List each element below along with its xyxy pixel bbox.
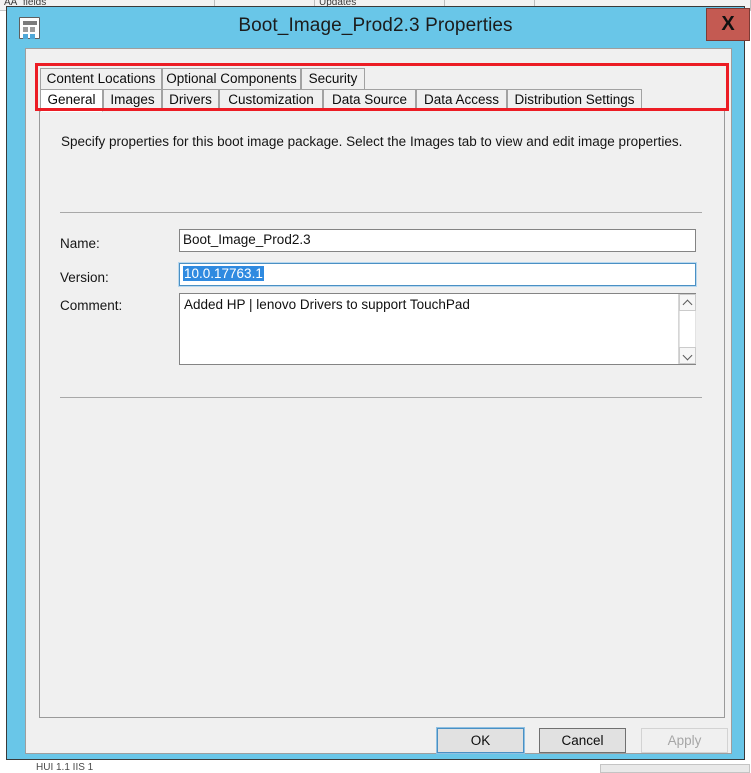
tab-content-locations[interactable]: Content Locations (40, 68, 162, 90)
name-input[interactable]: Boot_Image_Prod2.3 (179, 229, 696, 252)
apply-button: Apply (641, 728, 728, 753)
tab-general[interactable]: General (40, 89, 103, 112)
name-label: Name: (60, 236, 100, 251)
close-icon[interactable]: X (706, 8, 750, 41)
comment-scrollbar[interactable] (678, 294, 696, 364)
tab-strip: Content Locations Optional Components Secu… (40, 68, 724, 113)
dialog-title: Boot_Image_Prod2.3 Properties (238, 15, 513, 36)
background-status-panel (600, 764, 750, 773)
tab-distribution-settings[interactable]: Distribution Settings (507, 89, 642, 111)
version-input[interactable]: 10.0.17763.1 (178, 262, 697, 287)
version-selected-text: 10.0.17763.1 (183, 266, 264, 281)
separator-top (60, 212, 702, 213)
separator-bottom (60, 397, 702, 398)
tab-security[interactable]: Security (301, 68, 365, 90)
scrollbar-track[interactable] (679, 311, 696, 347)
dialog-titlebar[interactable]: Boot_Image_Prod2.3 Properties X (7, 7, 750, 48)
scroll-up-icon[interactable] (679, 294, 696, 311)
tab-data-access[interactable]: Data Access (416, 89, 507, 111)
scroll-down-icon[interactable] (679, 347, 696, 364)
tab-optional-components[interactable]: Optional Components (162, 68, 301, 90)
tab-data-source[interactable]: Data Source (323, 89, 416, 111)
properties-dialog: Boot_Image_Prod2.3 Properties X Content … (6, 6, 750, 760)
tab-panel-general: Specify properties for this boot image p… (39, 110, 725, 718)
comment-textarea[interactable]: Added HP | lenovo Drivers to support Tou… (179, 293, 696, 365)
general-description: Specify properties for this boot image p… (61, 134, 683, 149)
ok-button[interactable]: OK (436, 727, 525, 754)
tab-drivers[interactable]: Drivers (162, 89, 219, 111)
tab-customization[interactable]: Customization (219, 89, 323, 111)
background-status-text: HUI 1.1 IIS 1 (36, 762, 94, 773)
cancel-button[interactable]: Cancel (539, 728, 626, 753)
comment-label: Comment: (60, 298, 123, 313)
version-label: Version: (60, 270, 109, 285)
comment-text: Added HP | lenovo Drivers to support Tou… (184, 297, 470, 312)
tab-images[interactable]: Images (103, 89, 162, 111)
